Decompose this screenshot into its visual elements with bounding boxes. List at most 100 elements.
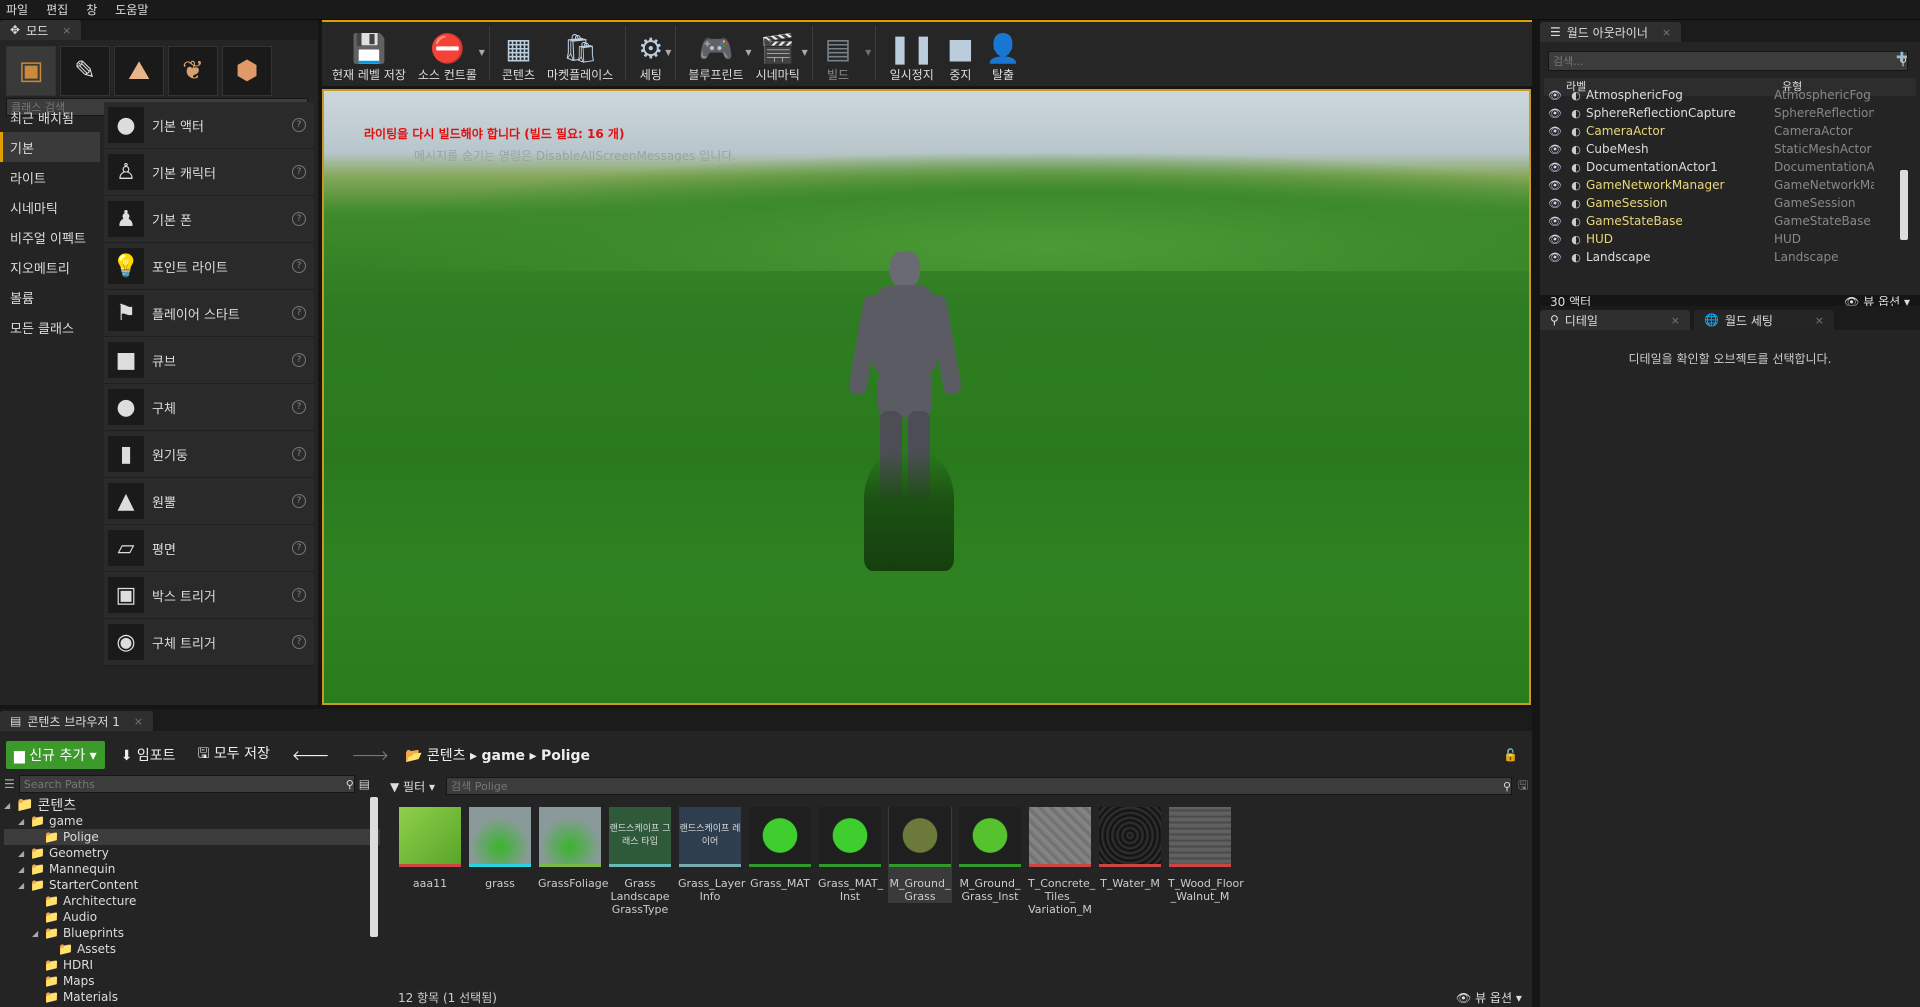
save-level-button[interactable]: 💾 현재 레벨 저장: [326, 22, 412, 86]
content-button[interactable]: ▦ 콘텐츠: [496, 22, 541, 86]
asset-tile[interactable]: T_Wood_Floor _Walnut_M: [1168, 807, 1244, 903]
category-all-classes[interactable]: 모든 클래스: [0, 312, 100, 342]
category-cinematic[interactable]: 시네마틱: [0, 192, 100, 222]
eye-icon[interactable]: 👁: [1544, 197, 1566, 210]
list-item[interactable]: ▲ 원뿔?: [104, 478, 314, 525]
world-settings-tab[interactable]: 🌐 월드 세팅 ×: [1694, 310, 1834, 330]
forward-arrow-icon[interactable]: 🡒: [345, 747, 395, 764]
list-item[interactable]: ▱ 평면?: [104, 525, 314, 572]
chevron-down-icon[interactable]: ▼: [665, 48, 671, 57]
chevron-down-icon[interactable]: ▼: [865, 48, 871, 57]
list-item[interactable]: ♟ 기본 폰?: [104, 196, 314, 243]
asset-tile[interactable]: 랜드스케이프 레이어 Grass_Layer Info: [678, 807, 745, 903]
filter-button[interactable]: ▼ 필터 ▾: [390, 778, 440, 795]
help-icon[interactable]: ?: [292, 118, 306, 132]
list-item[interactable]: ● 기본 액터?: [104, 102, 314, 149]
save-search-icon[interactable]: 🖫: [1518, 776, 1528, 797]
eject-button[interactable]: 👤 탈출: [980, 22, 1027, 86]
tree-folder[interactable]: ◢ 📁 Geometry: [4, 845, 380, 861]
help-icon[interactable]: ?: [292, 635, 306, 649]
list-item[interactable]: ■ 큐브?: [104, 337, 314, 384]
outliner-row[interactable]: 👁 ◐ HUD HUD: [1544, 230, 1916, 248]
modes-tab[interactable]: ✥ 모드 ×: [0, 20, 82, 40]
close-icon[interactable]: ×: [62, 24, 71, 37]
menu-file[interactable]: 파일: [6, 1, 28, 18]
expand-arrow-icon[interactable]: ◢: [32, 929, 44, 938]
expand-arrow-icon[interactable]: ◢: [18, 865, 30, 874]
help-icon[interactable]: ?: [292, 353, 306, 367]
category-recent[interactable]: 최근 배치됨: [0, 102, 100, 132]
eye-icon[interactable]: 👁: [1544, 179, 1566, 192]
chevron-down-icon[interactable]: ▼: [479, 48, 485, 57]
tree-folder[interactable]: ◢ 📁 Blueprints: [4, 925, 380, 941]
outliner-row[interactable]: 👁 ◐ DocumentationActor1 DocumentationAc: [1544, 158, 1916, 176]
tree-folder[interactable]: ◢ 📁 콘텐츠: [4, 797, 380, 814]
asset-tile[interactable]: GrassFoliage: [538, 807, 609, 890]
marketplace-button[interactable]: 🛍 마켓플레이스: [541, 22, 619, 86]
close-icon[interactable]: ×: [1662, 26, 1671, 39]
asset-tile[interactable]: grass: [468, 807, 532, 890]
outliner-row[interactable]: 👁 ◐ GameNetworkManager GameNetworkMar: [1544, 176, 1916, 194]
breadcrumb-content[interactable]: 콘텐츠: [427, 748, 466, 764]
expand-arrow-icon[interactable]: ◢: [18, 881, 30, 890]
eye-icon[interactable]: 👁: [1544, 143, 1566, 156]
list-item[interactable]: ▣ 박스 트리거?: [104, 572, 314, 619]
tree-folder[interactable]: 📁 HDRI: [4, 957, 380, 973]
category-lights[interactable]: 라이트: [0, 162, 100, 192]
details-tab[interactable]: ⚲ 디테일 ×: [1540, 310, 1690, 330]
list-item[interactable]: ⚑ 플레이어 스타트?: [104, 290, 314, 337]
asset-tile[interactable]: T_Water_M: [1098, 807, 1162, 890]
geometry-mode-icon[interactable]: ⬢: [222, 46, 272, 96]
eye-icon[interactable]: 👁: [1544, 215, 1566, 228]
list-item[interactable]: ◉ 구체 트리거?: [104, 619, 314, 666]
help-icon[interactable]: ?: [292, 165, 306, 179]
world-outliner-tab[interactable]: ☰ 월드 아웃라이너 ×: [1540, 22, 1682, 42]
asset-tile[interactable]: M_Ground_ Grass: [888, 807, 952, 903]
list-item[interactable]: ● 구체?: [104, 384, 314, 431]
help-icon[interactable]: ?: [292, 494, 306, 508]
back-arrow-icon[interactable]: 🡐: [286, 747, 336, 764]
outliner-row[interactable]: 👁 ◐ Landscape Landscape: [1544, 248, 1916, 266]
category-visual-effects[interactable]: 비주얼 이펙트: [0, 222, 100, 252]
category-geometry[interactable]: 지오메트리: [0, 252, 100, 282]
landscape-mode-icon[interactable]: ⛰: [114, 46, 164, 96]
tree-folder[interactable]: 📁 Materials: [4, 989, 380, 1005]
outliner-row[interactable]: 👁 ◐ GameStateBase GameStateBase: [1544, 212, 1916, 230]
outliner-search-input[interactable]: 검색... ⚲: [1548, 51, 1908, 71]
help-icon[interactable]: ?: [292, 447, 306, 461]
close-icon[interactable]: ×: [1671, 314, 1680, 327]
cinematics-button[interactable]: 🎬 시네마틱 ▼: [750, 22, 808, 86]
chevron-down-icon[interactable]: ▼: [802, 48, 808, 57]
asset-search-input[interactable]: 검색 Polige ⚲: [446, 777, 1512, 795]
expand-arrow-icon[interactable]: ◢: [4, 801, 16, 810]
eye-icon[interactable]: 👁: [1544, 251, 1566, 264]
pause-button[interactable]: ❚❚ 일시정지: [882, 22, 941, 86]
mannequin-character[interactable]: [847, 251, 963, 581]
foliage-mode-icon[interactable]: ❦: [168, 46, 218, 96]
asset-tile[interactable]: T_Concrete_ Tiles_ Variation_M: [1028, 807, 1095, 916]
menu-help[interactable]: 도움말: [115, 1, 148, 18]
help-icon[interactable]: ?: [292, 212, 306, 226]
save-all-button[interactable]: 🖫 모두 저장: [192, 743, 276, 767]
breadcrumb-polige[interactable]: Polige: [541, 748, 590, 764]
tree-folder[interactable]: ◢ 📁 game: [4, 813, 380, 829]
blueprints-button[interactable]: 🎮 블루프린트 ▼: [682, 22, 751, 86]
content-browser-tab[interactable]: ▤ 콘텐츠 브라우저 1 ×: [0, 711, 154, 731]
category-volumes[interactable]: 볼륨: [0, 282, 100, 312]
outliner-row[interactable]: 👁 ◐ CameraActor CameraActor: [1544, 122, 1916, 140]
expand-arrow-icon[interactable]: ◢: [18, 817, 30, 826]
eye-icon[interactable]: 👁: [1544, 161, 1566, 174]
level-viewport[interactable]: 라이팅을 다시 빌드해야 합니다 (빌드 필요: 16 개) 메시지를 숨기는 …: [322, 89, 1531, 705]
menu-edit[interactable]: 편집: [46, 1, 68, 18]
stop-button[interactable]: ■ 중지: [941, 22, 979, 86]
settings-button[interactable]: ⚙ 세팅 ▼: [632, 22, 671, 86]
view-options-button[interactable]: 👁 뷰 옵션 ▾: [1456, 989, 1522, 1006]
build-button[interactable]: ▤ 빌드 ▼: [819, 22, 871, 86]
sources-toggle-icon[interactable]: ☰: [4, 777, 15, 791]
list-item[interactable]: ♙ 기본 캐릭터?: [104, 149, 314, 196]
outliner-scrollbar[interactable]: [1900, 170, 1908, 240]
paint-mode-icon[interactable]: ✎: [60, 46, 110, 96]
import-button[interactable]: ⬇ 임포트: [115, 745, 182, 765]
place-mode-icon[interactable]: ▣: [6, 46, 56, 96]
list-item[interactable]: ▮ 원기둥?: [104, 431, 314, 478]
